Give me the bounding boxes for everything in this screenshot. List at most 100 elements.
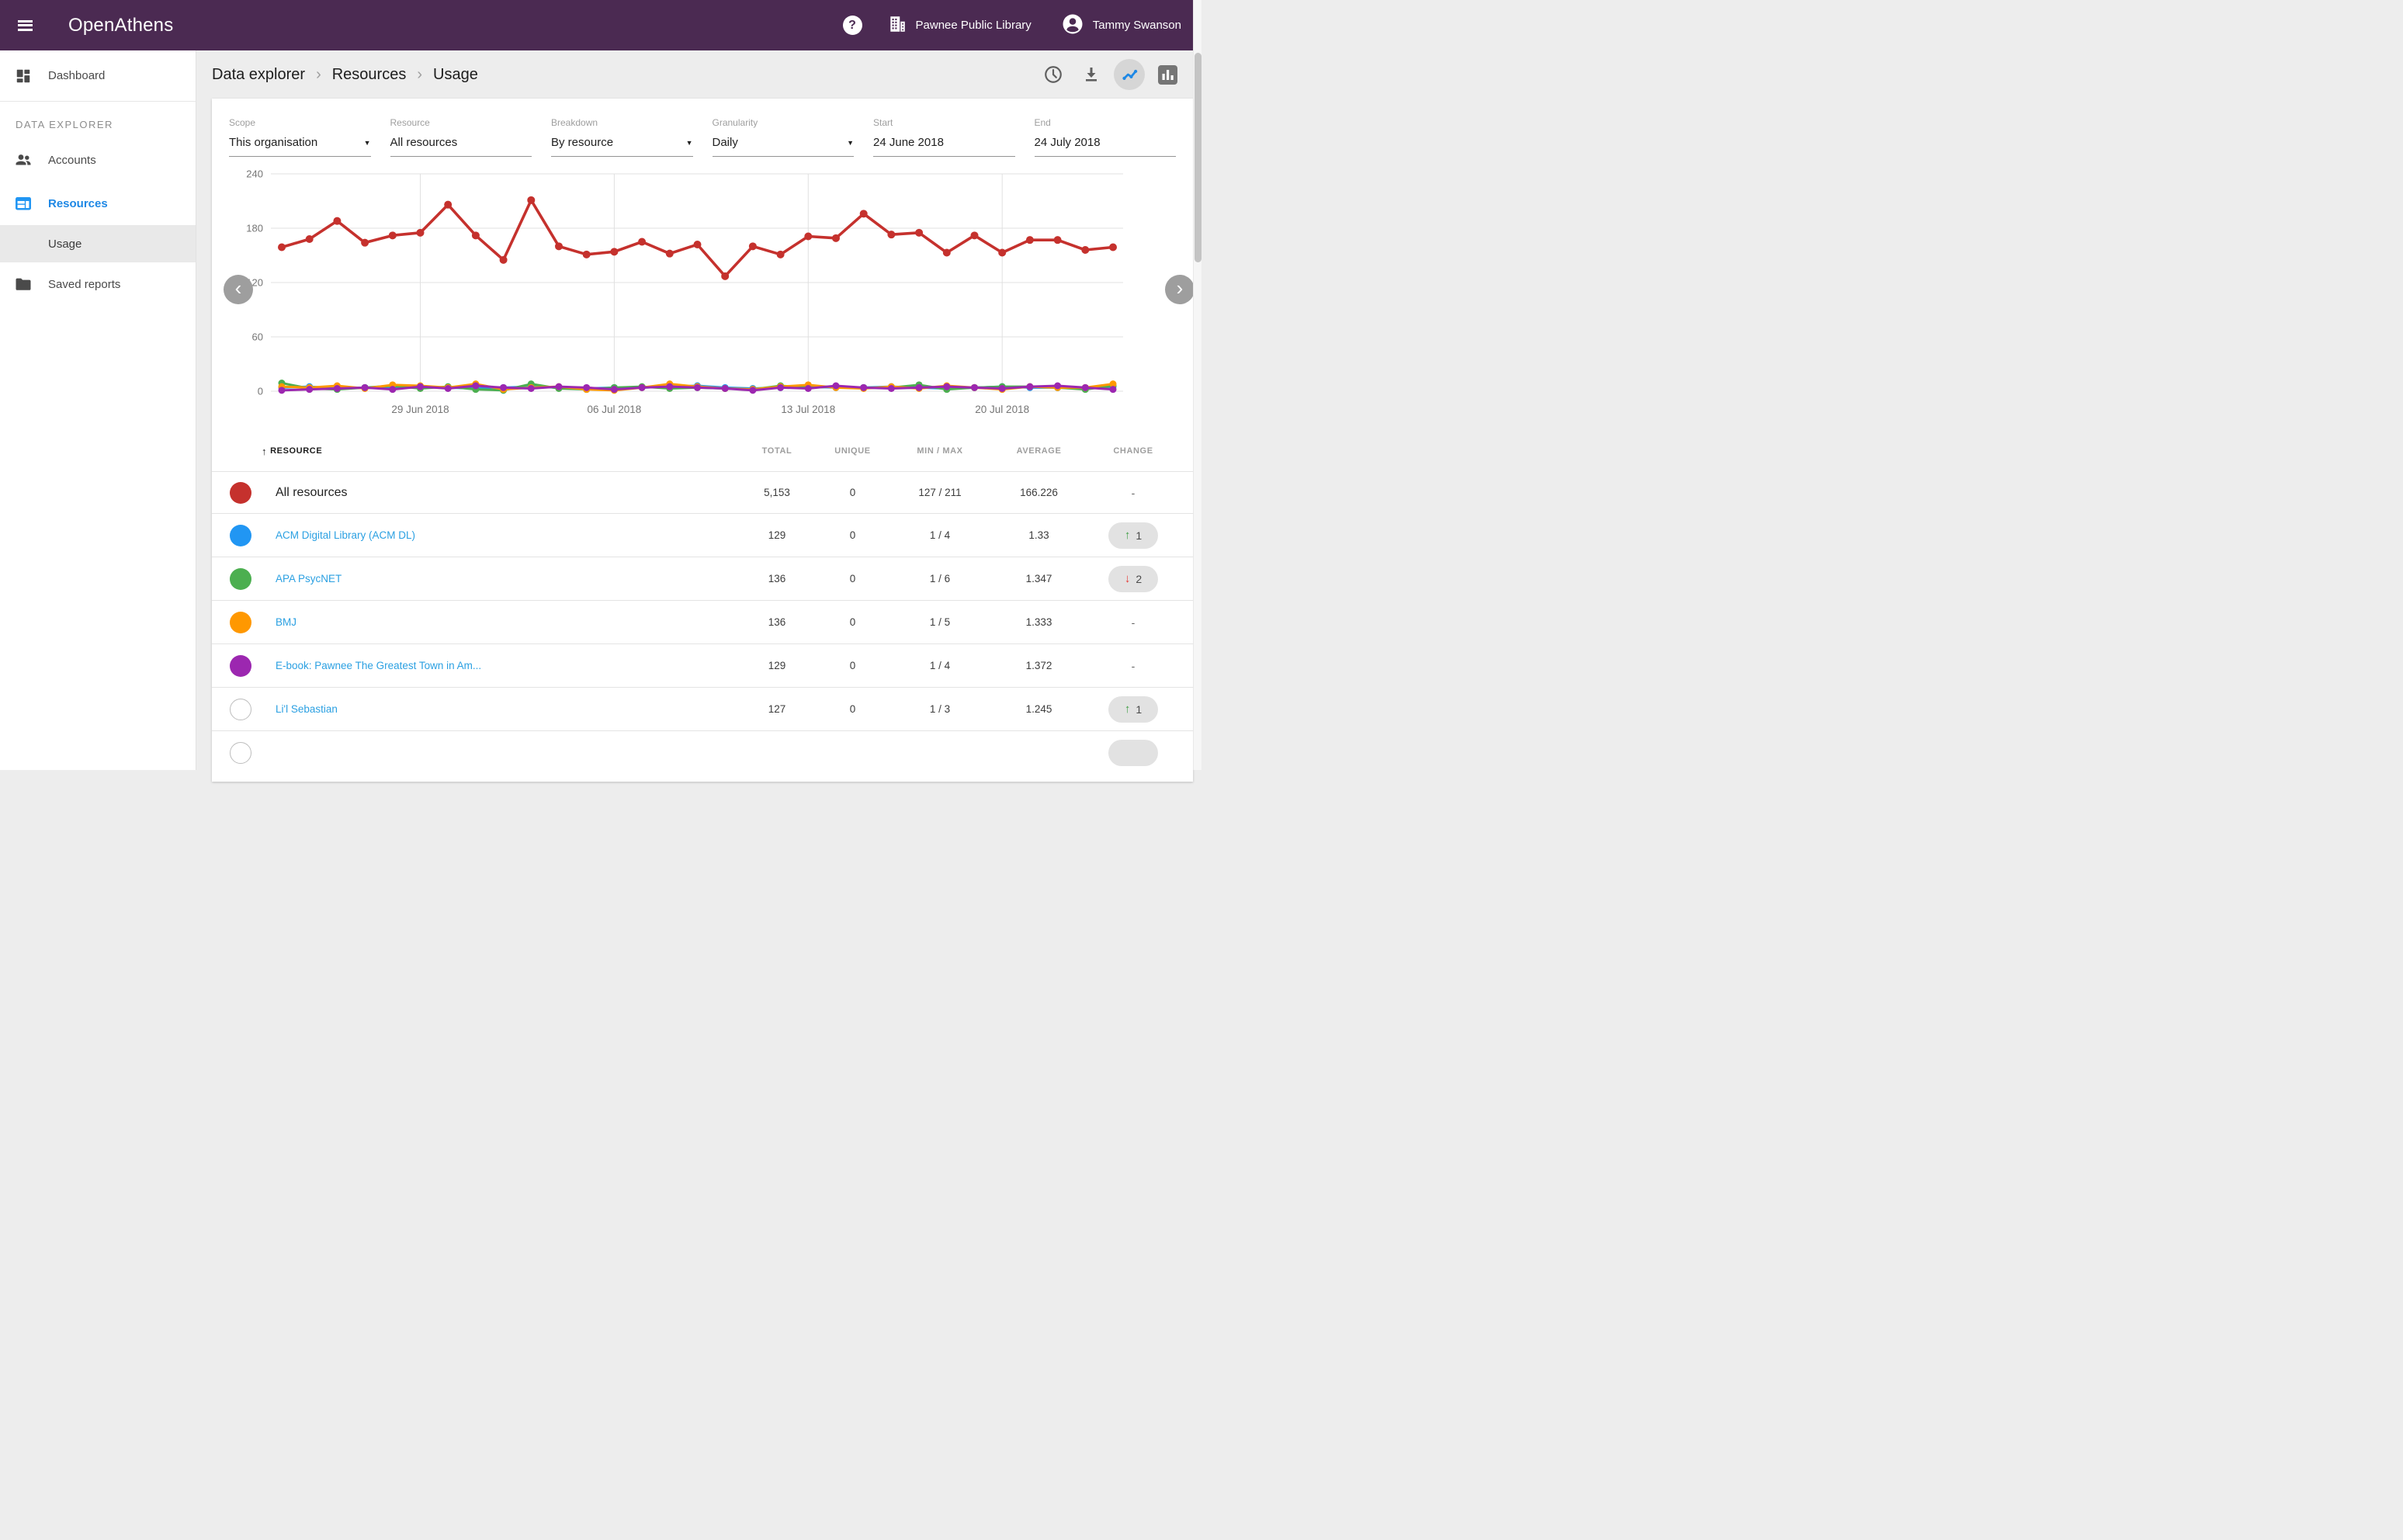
- svg-text:06 Jul 2018: 06 Jul 2018: [587, 404, 641, 415]
- table-row: BMJ13601 / 51.333-: [212, 600, 1193, 643]
- svg-text:13 Jul 2018: 13 Jul 2018: [781, 404, 835, 415]
- download-icon[interactable]: [1076, 59, 1107, 90]
- data-point: [500, 384, 507, 391]
- resources-table: ↑ RESOURCE TOTAL UNIQUE MIN / MAX AVERAG…: [212, 431, 1193, 774]
- cell-change: ↓2: [1087, 566, 1179, 592]
- resource-link[interactable]: BMJ: [262, 616, 738, 628]
- table-body: All resources5,1530127 / 211166.226- ACM …: [212, 471, 1193, 774]
- data-point: [777, 384, 784, 391]
- data-point: [666, 250, 674, 258]
- help-icon[interactable]: ?: [843, 16, 862, 35]
- data-point: [472, 383, 479, 390]
- menu-icon[interactable]: [18, 20, 33, 31]
- chart-next-button[interactable]: ›: [1165, 275, 1195, 304]
- data-point: [444, 201, 452, 209]
- data-point: [417, 229, 425, 237]
- data-point: [887, 231, 895, 238]
- data-point: [999, 385, 1006, 392]
- column-unique: UNIQUE: [816, 446, 889, 456]
- change-value: 1: [1136, 529, 1142, 542]
- sidebar-item-label: Resources: [48, 197, 108, 210]
- data-point: [445, 385, 452, 392]
- organisation-menu[interactable]: Pawnee Public Library: [887, 14, 1032, 37]
- scrollbar-thumb[interactable]: [1195, 53, 1202, 262]
- data-point: [500, 256, 508, 264]
- resource-link[interactable]: APA PsycNET: [262, 573, 738, 584]
- cell-change: -: [1087, 660, 1179, 672]
- change-up-icon: ↑: [1125, 529, 1131, 542]
- table-row: E-book: Pawnee The Greatest Town in Am..…: [212, 643, 1193, 687]
- breadcrumb-usage: Usage: [433, 66, 478, 84]
- sidebar-item-dashboard[interactable]: Dashboard: [0, 50, 196, 101]
- breadcrumb-resources[interactable]: Resources: [332, 66, 407, 84]
- data-point: [333, 217, 341, 225]
- breadcrumb-data-explorer[interactable]: Data explorer: [212, 66, 305, 84]
- change-badge: ↓2: [1108, 566, 1158, 592]
- end-date-input[interactable]: 24 July 2018: [1035, 136, 1177, 157]
- start-date-input[interactable]: 24 June 2018: [873, 136, 1015, 157]
- data-point: [1109, 244, 1117, 251]
- cell-average: 1.33: [990, 529, 1087, 541]
- sidebar: Dashboard DATA EXPLORER Accounts Resourc…: [0, 50, 196, 770]
- data-point: [1081, 246, 1089, 254]
- granularity-select[interactable]: Daily▼: [713, 136, 855, 157]
- data-point: [694, 384, 701, 391]
- data-point: [832, 234, 840, 242]
- breakdown-select[interactable]: By resource▼: [551, 136, 693, 157]
- data-point: [916, 384, 923, 391]
- top-app-bar: OpenAthens ? Pawnee Public Library Tammy…: [0, 0, 1202, 50]
- cell-average: 1.347: [990, 573, 1087, 584]
- data-point: [555, 242, 563, 250]
- scope-select[interactable]: This organisation▼: [229, 136, 371, 157]
- chart-prev-button[interactable]: ‹: [224, 275, 253, 304]
- line-chart-view-button[interactable]: [1114, 59, 1145, 90]
- organisation-name: Pawnee Public Library: [916, 19, 1032, 32]
- sidebar-item-usage-selected[interactable]: Usage: [0, 225, 196, 262]
- data-point: [694, 241, 702, 248]
- data-point: [998, 249, 1006, 257]
- change-badge: [1108, 740, 1158, 766]
- cell-change: -: [1087, 616, 1179, 629]
- change-up-icon: ↑: [1125, 702, 1131, 716]
- scrollbar-track[interactable]: [1193, 0, 1202, 770]
- topbar-right: ? Pawnee Public Library Tammy Swanson: [843, 12, 1181, 39]
- resource-link[interactable]: E-book: Pawnee The Greatest Town in Am..…: [262, 660, 738, 671]
- data-point: [1026, 236, 1034, 244]
- sidebar-item-resources[interactable]: Resources: [0, 182, 196, 225]
- toolbar-actions: [1038, 59, 1183, 90]
- sidebar-item-accounts[interactable]: Accounts: [0, 138, 196, 182]
- cell-minmax: 1 / 6: [889, 573, 990, 584]
- cell-total: 136: [738, 573, 816, 584]
- bar-chart-view-button[interactable]: [1152, 59, 1183, 90]
- user-menu[interactable]: Tammy Swanson: [1061, 12, 1181, 39]
- dropdown-caret-icon: ▼: [364, 139, 371, 147]
- svg-text:60: 60: [252, 331, 263, 343]
- data-point: [638, 238, 646, 246]
- people-icon: [14, 151, 33, 169]
- history-icon[interactable]: [1038, 59, 1069, 90]
- account-icon: [1061, 12, 1084, 39]
- resource-link[interactable]: Li'l Sebastian: [262, 703, 738, 715]
- cell-unique: 0: [816, 703, 889, 715]
- cell-total: 136: [738, 616, 816, 628]
- svg-text:0: 0: [258, 386, 263, 397]
- table-row: [212, 730, 1193, 774]
- data-point: [583, 384, 590, 391]
- sidebar-item-label: Saved reports: [48, 278, 120, 291]
- data-point: [610, 248, 618, 255]
- cell-average: 1.333: [990, 616, 1087, 628]
- data-point: [279, 387, 286, 394]
- data-point: [860, 384, 867, 391]
- sidebar-item-saved-reports[interactable]: Saved reports: [0, 262, 196, 306]
- folder-icon: [14, 275, 33, 293]
- data-point: [306, 386, 313, 393]
- resource-link[interactable]: ACM Digital Library (ACM DL): [262, 529, 738, 541]
- data-point: [943, 249, 951, 257]
- data-point: [306, 235, 314, 243]
- resource-input[interactable]: All resources: [390, 136, 532, 157]
- column-minmax: MIN / MAX: [889, 446, 990, 456]
- column-resource-sort[interactable]: ↑ RESOURCE: [262, 446, 738, 457]
- filter-breakdown: Breakdown By resource▼: [551, 117, 693, 157]
- table-row: All resources5,1530127 / 211166.226-: [212, 471, 1193, 513]
- data-point: [361, 239, 369, 247]
